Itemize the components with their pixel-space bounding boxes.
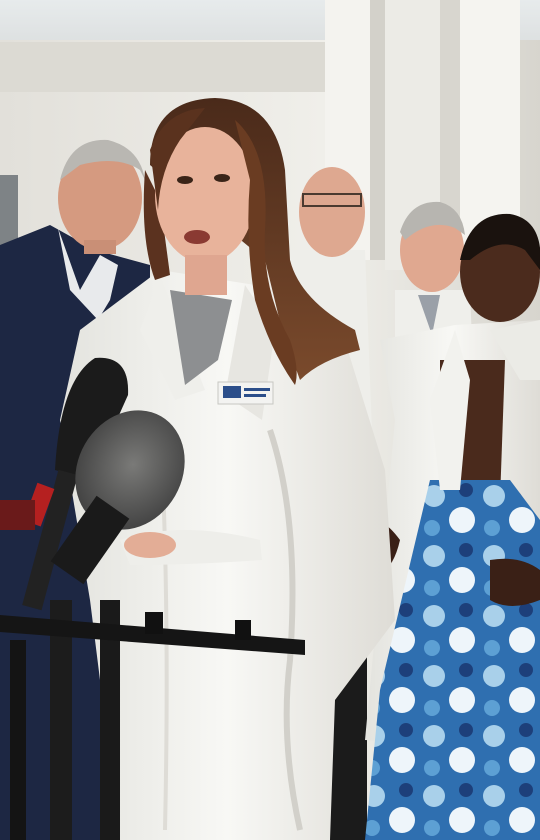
window <box>0 175 18 245</box>
building-cornice <box>0 42 330 92</box>
column-3 <box>460 0 520 250</box>
boom-clamp <box>145 612 163 634</box>
press-conference-photo <box>0 0 540 840</box>
stand-pole <box>10 640 26 840</box>
boom-clamp <box>235 620 251 640</box>
column-shadow <box>370 0 385 260</box>
